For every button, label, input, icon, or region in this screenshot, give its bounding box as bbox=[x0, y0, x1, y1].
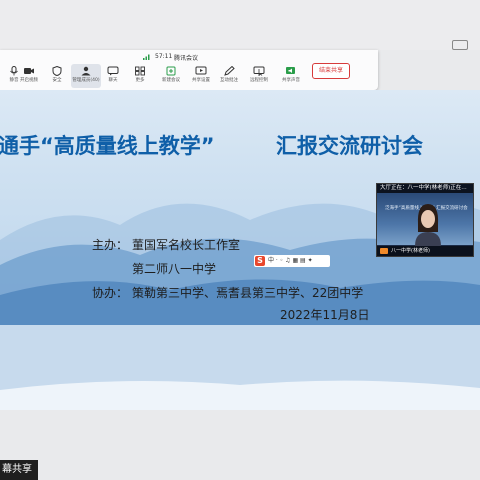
more-label: 更多 bbox=[135, 78, 145, 83]
start-video-label: 开启视频 bbox=[20, 78, 38, 83]
manage-members-label: 管理成员(40) bbox=[72, 78, 100, 83]
co-organizer-label: 协办： bbox=[92, 286, 129, 300]
stop-share-button[interactable]: 结束共享 bbox=[312, 63, 350, 79]
remote-control-button[interactable]: 远程控制 bbox=[246, 64, 272, 88]
chat-icon bbox=[107, 66, 119, 76]
slide-date: 2022年11月8日 bbox=[280, 308, 370, 322]
co-organizer-list: 策勒第三中学、焉耆县第三中学、22团中学 bbox=[132, 286, 364, 300]
manage-members-button[interactable]: 管理成员(40) bbox=[71, 64, 101, 88]
more-icon bbox=[135, 66, 145, 76]
screen-share-tag: 幕共享 bbox=[0, 460, 38, 480]
remote-control-icon bbox=[253, 66, 265, 76]
annotate-label: 互动批注 bbox=[220, 78, 238, 83]
sogou-input-bar[interactable]: S 中 · ◦ ♫ ▦ ▤ ✦ bbox=[254, 255, 330, 267]
remote-control-label: 远程控制 bbox=[250, 78, 268, 83]
new-meeting-button[interactable]: 新建会议 bbox=[158, 64, 184, 88]
video-camera-icon bbox=[24, 68, 34, 74]
plus-icon bbox=[166, 66, 176, 76]
participant-avatar bbox=[415, 204, 441, 246]
chat-button[interactable]: 聊天 bbox=[100, 64, 126, 88]
meeting-time: 57:11 bbox=[155, 53, 173, 60]
participant-video-tile[interactable]: 大厅正在：八一中学(林老师)正在… 泛海手“高质量线上教学” 汇报交流研讨会 八… bbox=[376, 183, 474, 257]
share-sound-label: 共享声音 bbox=[282, 78, 300, 83]
desktop-top-strip bbox=[0, 0, 480, 50]
new-meeting-label: 新建会议 bbox=[162, 78, 180, 83]
input-bar-glyphs: 中 · ◦ ♫ ▦ ▤ ✦ bbox=[268, 257, 313, 264]
signal-icon bbox=[143, 54, 150, 60]
security-button[interactable]: 安全 bbox=[44, 64, 70, 88]
annotate-icon bbox=[224, 66, 235, 76]
annotate-button[interactable]: 互动批注 bbox=[216, 64, 242, 88]
participant-name: 八一中学(林老师) bbox=[391, 248, 430, 254]
share-sound-button[interactable]: 共享声音 bbox=[278, 64, 304, 88]
share-settings-icon bbox=[195, 66, 207, 75]
more-button[interactable]: 更多 bbox=[127, 64, 153, 88]
start-video-button[interactable]: 开启视频 bbox=[16, 64, 42, 88]
mic-status-icon bbox=[380, 248, 388, 254]
security-label: 安全 bbox=[52, 78, 62, 83]
shield-icon bbox=[52, 66, 62, 76]
video-caption: 大厅正在：八一中学(林老师)正在… bbox=[377, 184, 473, 193]
host-org-2: 第二师八一中学 bbox=[132, 262, 217, 276]
slide-title-part1: 通手“高质量线上教学” bbox=[0, 134, 215, 158]
meeting-name: 腾讯会议 bbox=[174, 55, 199, 62]
window-indicator-icon bbox=[452, 40, 468, 50]
host-org-1: 董国军名校长工作室 bbox=[132, 238, 241, 252]
sogou-logo-icon: S bbox=[255, 256, 265, 266]
share-settings-label: 共享设置 bbox=[192, 78, 210, 83]
share-settings-button[interactable]: 共享设置 bbox=[188, 64, 214, 88]
members-icon bbox=[81, 66, 91, 76]
sound-icon bbox=[286, 67, 295, 74]
participant-footer: 八一中学(林老师) bbox=[377, 246, 473, 256]
slide-title-part2: 汇报交流研讨会 bbox=[276, 134, 423, 158]
chat-label: 聊天 bbox=[108, 78, 118, 83]
host-label: 主办： bbox=[92, 238, 129, 252]
